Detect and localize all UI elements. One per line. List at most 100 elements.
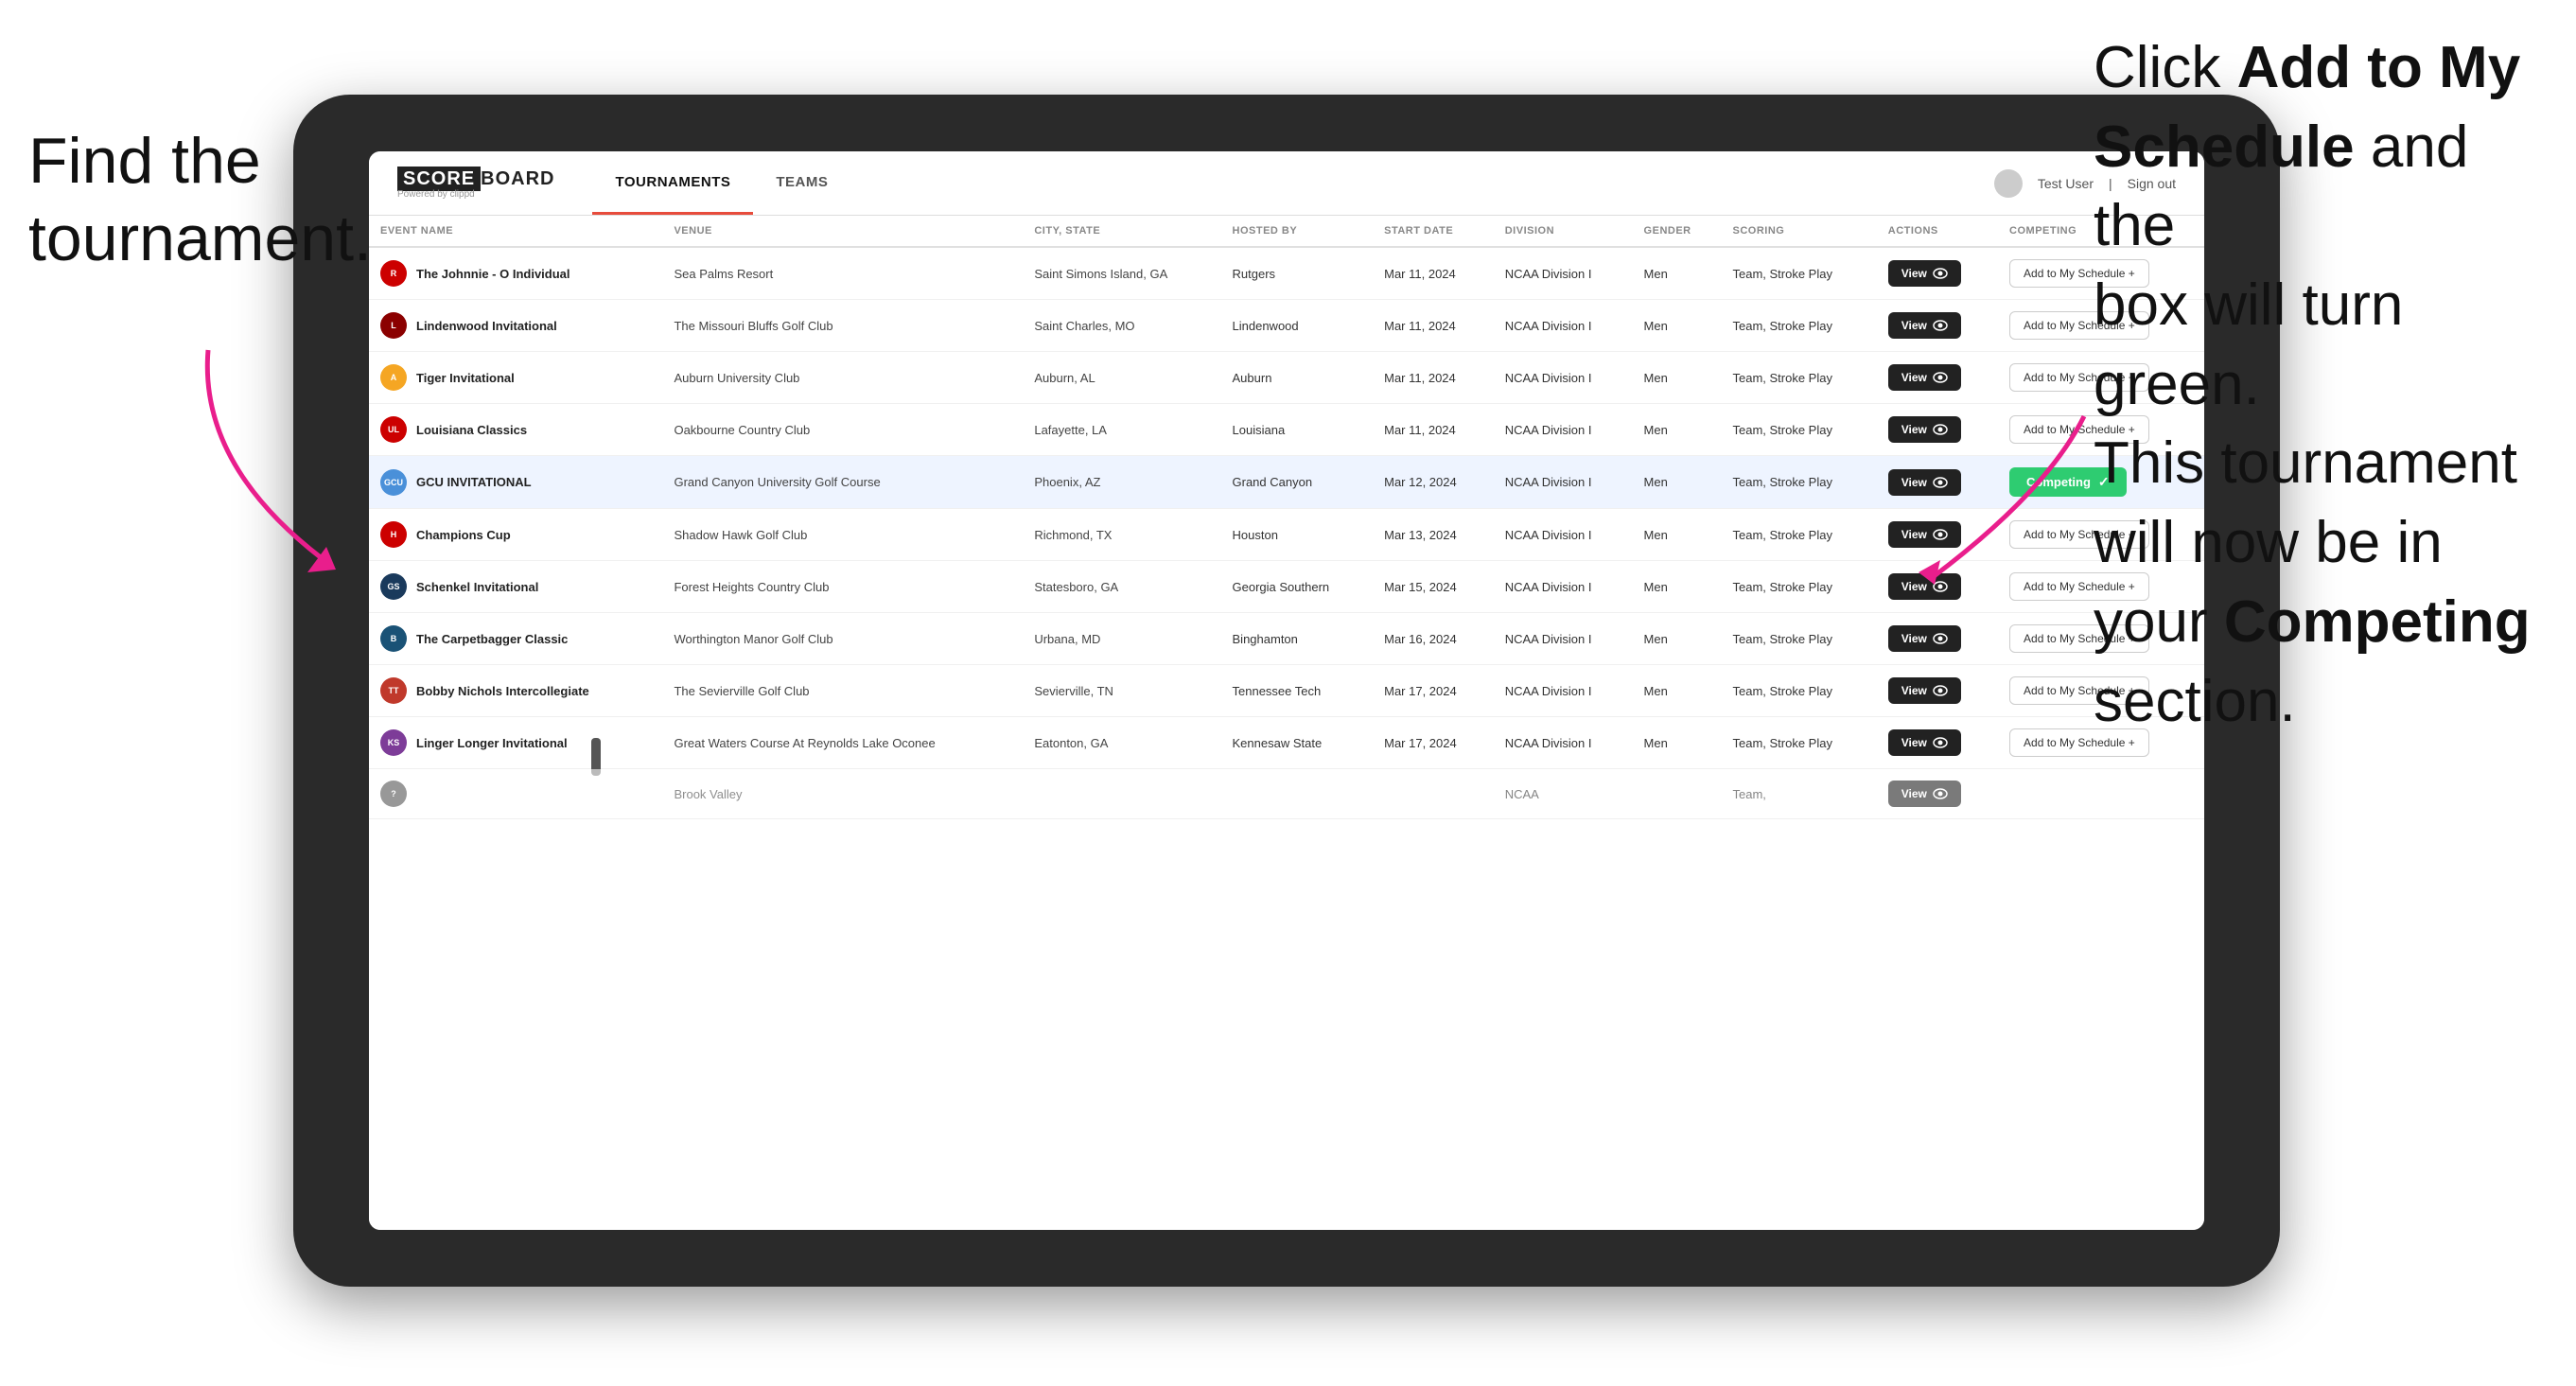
- scoring-cell: Team, Stroke Play: [1721, 665, 1876, 717]
- scoring-cell: Team, Stroke Play: [1721, 561, 1876, 613]
- gender-cell: Men: [1633, 352, 1722, 404]
- team-logo: H: [380, 521, 407, 548]
- division-cell: NCAA Division I: [1494, 247, 1633, 300]
- col-scoring: SCORING: [1721, 216, 1876, 247]
- venue-cell: Shadow Hawk Golf Club: [662, 509, 1023, 561]
- start-date-cell: Mar 17, 2024: [1373, 665, 1494, 717]
- scoring-cell: Team, Stroke Play: [1721, 404, 1876, 456]
- event-name-cell: GS Schenkel Invitational: [369, 561, 662, 613]
- view-button[interactable]: View: [1888, 521, 1961, 548]
- division-cell: NCAA Division I: [1494, 613, 1633, 665]
- eye-icon: [1933, 372, 1948, 383]
- event-name: Bobby Nichols Intercollegiate: [416, 684, 589, 698]
- nav-tabs: TOURNAMENTS TEAMS: [592, 151, 850, 215]
- view-button[interactable]: View: [1888, 781, 1961, 807]
- col-start-date: START DATE: [1373, 216, 1494, 247]
- tab-tournaments[interactable]: TOURNAMENTS: [592, 151, 753, 215]
- team-logo: L: [380, 312, 407, 339]
- team-logo: TT: [380, 677, 407, 704]
- event-name: The Carpetbagger Classic: [416, 632, 568, 646]
- actions-cell: View: [1877, 352, 1998, 404]
- view-button[interactable]: View: [1888, 260, 1961, 287]
- event-name: Champions Cup: [416, 528, 511, 542]
- eye-icon: [1933, 581, 1948, 592]
- division-cell: NCAA Division I: [1494, 352, 1633, 404]
- start-date-cell: Mar 15, 2024: [1373, 561, 1494, 613]
- view-button[interactable]: View: [1888, 729, 1961, 756]
- eye-icon: [1933, 268, 1948, 279]
- division-cell: NCAA Division I: [1494, 300, 1633, 352]
- gender-cell: Men: [1633, 404, 1722, 456]
- view-button[interactable]: View: [1888, 677, 1961, 704]
- city-cell: Sevierville, TN: [1023, 665, 1220, 717]
- event-name: Louisiana Classics: [416, 423, 527, 437]
- table-container: EVENT NAME VENUE CITY, STATE HOSTED BY S…: [369, 216, 2204, 1230]
- gender-cell: Men: [1633, 247, 1722, 300]
- hosted-by-cell: Kennesaw State: [1221, 717, 1374, 769]
- eye-icon: [1933, 685, 1948, 696]
- event-name: The Johnnie - O Individual: [416, 267, 570, 281]
- team-logo: B: [380, 625, 407, 652]
- hosted-by-cell: Tennessee Tech: [1221, 665, 1374, 717]
- division-cell: NCAA Division I: [1494, 717, 1633, 769]
- hosted-by-cell: Rutgers: [1221, 247, 1374, 300]
- event-name: Linger Longer Invitational: [416, 736, 568, 750]
- team-logo: GCU: [380, 469, 407, 496]
- city-cell: Saint Simons Island, GA: [1023, 247, 1220, 300]
- view-button[interactable]: View: [1888, 573, 1961, 600]
- event-name: Tiger Invitational: [416, 371, 515, 385]
- view-button[interactable]: View: [1888, 625, 1961, 652]
- city-cell: Urbana, MD: [1023, 613, 1220, 665]
- gender-cell: Men: [1633, 509, 1722, 561]
- actions-cell: View: [1877, 404, 1998, 456]
- scoring-cell: Team,: [1721, 769, 1876, 819]
- left-annotation: Find thetournament.: [28, 123, 372, 277]
- app-header: SCOREBOARD Powered by clippd TOURNAMENTS…: [369, 151, 2204, 216]
- scoring-cell: Team, Stroke Play: [1721, 456, 1876, 509]
- actions-cell: View: [1877, 456, 1998, 509]
- col-division: DIVISION: [1494, 216, 1633, 247]
- view-button[interactable]: View: [1888, 312, 1961, 339]
- table-row: L Lindenwood Invitational The Missouri B…: [369, 300, 2204, 352]
- city-cell: Phoenix, AZ: [1023, 456, 1220, 509]
- logo-area: SCOREBOARD Powered by clippd: [397, 167, 554, 200]
- actions-cell: View: [1877, 769, 1998, 819]
- hosted-by-cell: Binghamton: [1221, 613, 1374, 665]
- team-logo: R: [380, 260, 407, 287]
- scoring-cell: Team, Stroke Play: [1721, 300, 1876, 352]
- event-name: GCU INVITATIONAL: [416, 475, 532, 489]
- venue-cell: Great Waters Course At Reynolds Lake Oco…: [662, 717, 1023, 769]
- start-date-cell: Mar 11, 2024: [1373, 404, 1494, 456]
- scoring-cell: Team, Stroke Play: [1721, 613, 1876, 665]
- actions-cell: View: [1877, 717, 1998, 769]
- start-date-cell: [1373, 769, 1494, 819]
- event-name-cell: KS Linger Longer Invitational: [369, 717, 662, 769]
- tournaments-table: EVENT NAME VENUE CITY, STATE HOSTED BY S…: [369, 216, 2204, 819]
- hosted-by-cell: Louisiana: [1221, 404, 1374, 456]
- scoring-cell: Team, Stroke Play: [1721, 509, 1876, 561]
- view-button[interactable]: View: [1888, 469, 1961, 496]
- start-date-cell: Mar 11, 2024: [1373, 247, 1494, 300]
- hosted-by-cell: Georgia Southern: [1221, 561, 1374, 613]
- venue-cell: Auburn University Club: [662, 352, 1023, 404]
- tab-teams[interactable]: TEAMS: [753, 151, 850, 215]
- view-button[interactable]: View: [1888, 416, 1961, 443]
- actions-cell: View: [1877, 300, 1998, 352]
- view-button[interactable]: View: [1888, 364, 1961, 391]
- start-date-cell: Mar 16, 2024: [1373, 613, 1494, 665]
- venue-cell: The Missouri Bluffs Golf Club: [662, 300, 1023, 352]
- venue-cell: The Sevierville Golf Club: [662, 665, 1023, 717]
- start-date-cell: Mar 17, 2024: [1373, 717, 1494, 769]
- tablet-screen: SCOREBOARD Powered by clippd TOURNAMENTS…: [369, 151, 2204, 1230]
- event-name: Lindenwood Invitational: [416, 319, 557, 333]
- division-cell: NCAA Division I: [1494, 561, 1633, 613]
- division-cell: NCAA Division I: [1494, 456, 1633, 509]
- table-row: H Champions Cup Shadow Hawk Golf Club Ri…: [369, 509, 2204, 561]
- scoring-cell: Team, Stroke Play: [1721, 717, 1876, 769]
- event-name-cell: A Tiger Invitational: [369, 352, 662, 404]
- venue-cell: Brook Valley: [662, 769, 1023, 819]
- city-cell: Statesboro, GA: [1023, 561, 1220, 613]
- start-date-cell: Mar 11, 2024: [1373, 352, 1494, 404]
- competing-cell: [1998, 769, 2204, 819]
- scoring-cell: Team, Stroke Play: [1721, 352, 1876, 404]
